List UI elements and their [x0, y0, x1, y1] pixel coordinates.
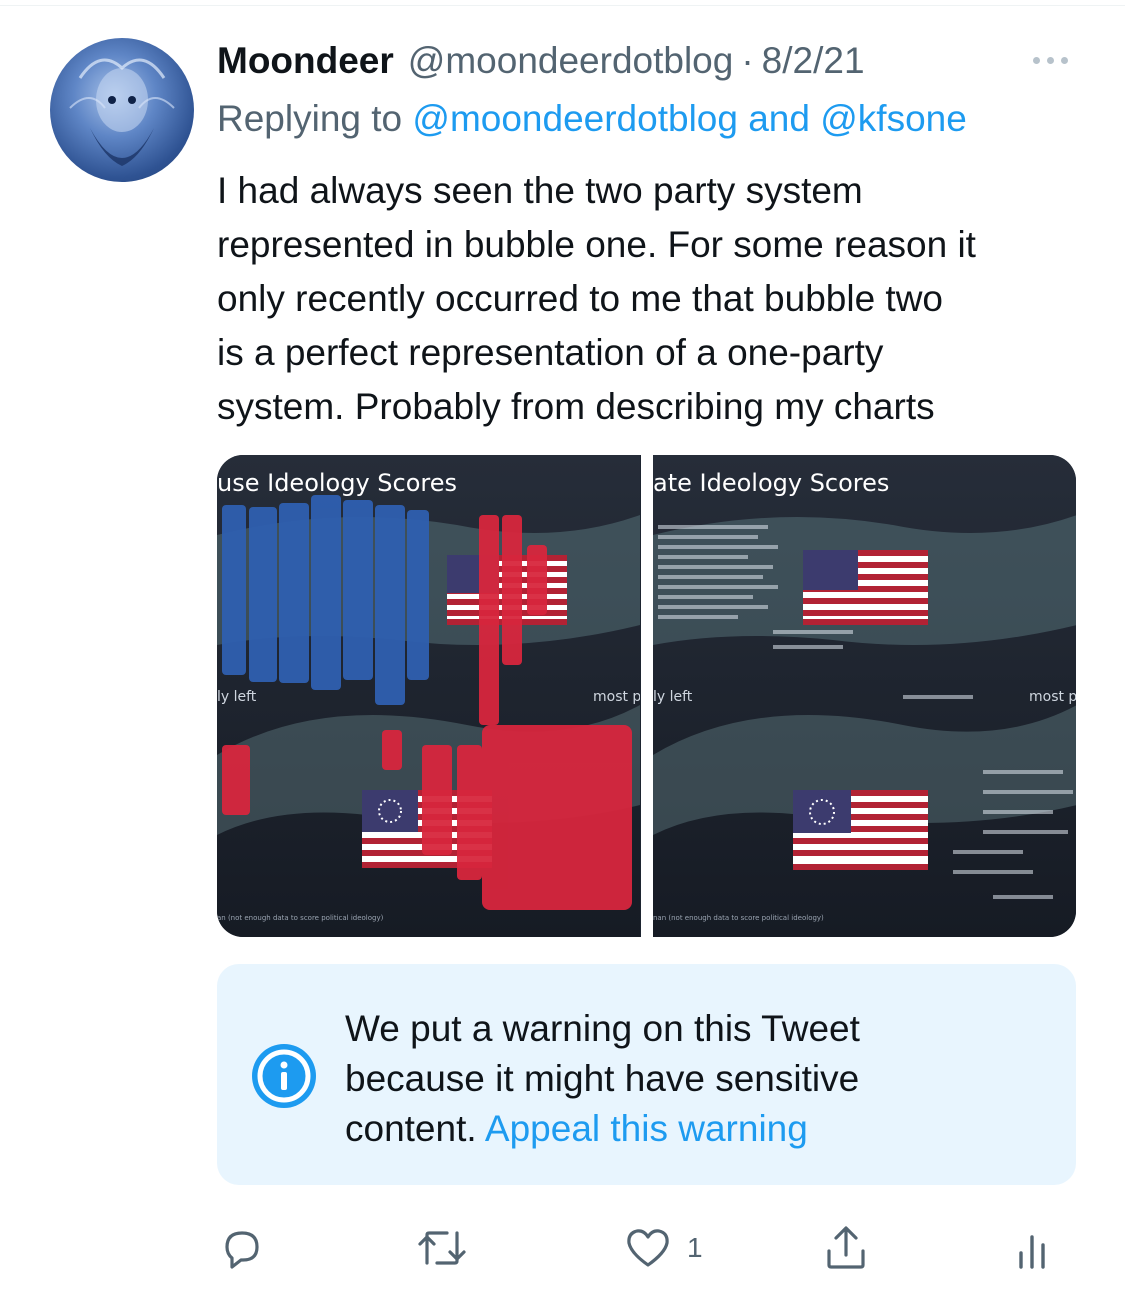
mention-joiner[interactable]: and — [748, 98, 810, 139]
senate-right-label: most p — [1029, 689, 1077, 705]
warning-line: content. — [345, 1108, 477, 1149]
warning-line: because it might have sensitive — [345, 1058, 860, 1099]
tweet-date[interactable]: 8/2/21 — [762, 40, 865, 82]
tweet-text-line: system. Probably from describing my char… — [217, 386, 935, 427]
analytics-button[interactable] — [1007, 1222, 1057, 1274]
more-options-icon[interactable] — [1025, 48, 1075, 72]
reply-button[interactable] — [217, 1222, 267, 1274]
house-right-label: most p — [593, 689, 640, 705]
house-footnote: an (not enough data to score political i… — [217, 914, 384, 922]
media-grid[interactable]: use Ideology Scores ly left most p an (n… — [217, 455, 1076, 937]
avatar[interactable] — [50, 38, 194, 182]
media-image-house[interactable]: use Ideology Scores ly left most p an (n… — [217, 455, 641, 937]
replying-prefix: Replying to — [217, 98, 403, 139]
tweet-text: I had always seen the two party system r… — [217, 164, 1097, 434]
tweet-text-line: represented in bubble one. For some reas… — [217, 224, 976, 265]
reply-icon — [225, 1231, 259, 1269]
retweet-button[interactable] — [415, 1222, 469, 1274]
warning-line-last: content. Appeal this warning — [345, 1104, 985, 1154]
house-left-label: ly left — [217, 689, 257, 705]
analytics-icon — [1019, 1235, 1045, 1269]
like-button[interactable]: 1 — [623, 1222, 703, 1274]
like-count: 1 — [687, 1232, 703, 1263]
more-dot — [1060, 56, 1068, 64]
replying-to: Replying to @moondeerdotblog and @kfsone — [217, 98, 967, 140]
tweet-header: Moondeer @moondeerdotblog · 8/2/21 — [217, 40, 865, 86]
senate-chart-title: ate Ideology Scores — [653, 469, 889, 497]
share-button[interactable] — [821, 1222, 871, 1274]
senate-left-label: ly left — [653, 689, 693, 705]
warning-line: We put a warning on this Tweet — [345, 1008, 860, 1049]
author-name[interactable]: Moondeer — [217, 40, 394, 82]
house-chart-title: use Ideology Scores — [217, 469, 457, 497]
tweet-text-line: only recently occurred to me that bubble… — [217, 278, 943, 319]
warning-text: We put a warning on this Tweet because i… — [345, 1004, 985, 1154]
mention-link[interactable]: @moondeerdotblog — [412, 98, 738, 139]
mention-link[interactable]: @kfsone — [820, 98, 967, 139]
tweet-text-line: I had always seen the two party system — [217, 170, 863, 211]
media-image-senate[interactable]: ate Ideology Scores ly left most p nan (… — [652, 455, 1077, 937]
retweet-icon — [418, 1231, 466, 1265]
share-icon — [827, 1226, 865, 1269]
more-dot — [1032, 56, 1040, 64]
separator-dot: · — [741, 40, 754, 81]
appeal-warning-link[interactable]: Appeal this warning — [485, 1108, 808, 1149]
top-divider — [0, 5, 1125, 6]
senate-footnote: nan (not enough data to score political … — [653, 914, 824, 922]
info-icon — [252, 1044, 316, 1108]
tweet-actions: 1 — [217, 1222, 1075, 1274]
tweet-text-line: is a perfect representation of a one-par… — [217, 332, 884, 373]
heart-icon — [627, 1229, 669, 1267]
more-dot — [1046, 56, 1054, 64]
author-handle[interactable]: @moondeerdotblog — [408, 40, 734, 82]
